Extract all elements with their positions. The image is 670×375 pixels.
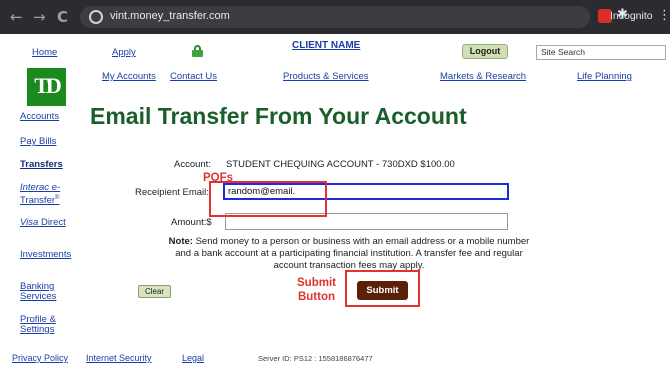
site-info-icon[interactable]	[89, 10, 103, 24]
visa-label: Visa	[20, 217, 39, 228]
banking-label-2: Services	[20, 291, 57, 302]
submit-highlight-box	[345, 270, 420, 307]
server-id: Server ID: PS12 : 1558186876477	[258, 354, 373, 363]
sidebar-item-banking-services[interactable]: Banking Services	[20, 282, 56, 302]
account-label: Account:	[174, 159, 211, 170]
nav-products-services[interactable]: Products & Services	[283, 71, 369, 82]
nav-life-planning[interactable]: Life Planning	[577, 71, 632, 82]
direct-label: Direct	[38, 217, 66, 228]
clear-button[interactable]: Clear	[138, 285, 171, 298]
sidebar-item-visa-direct[interactable]: Visa Direct	[20, 218, 66, 228]
submit-annotation-2: Button	[297, 291, 336, 303]
logo-text: TD	[34, 73, 62, 98]
forward-button[interactable]: →	[33, 9, 46, 25]
home-link[interactable]: Home	[32, 47, 57, 58]
back-button[interactable]: ←	[10, 9, 23, 25]
nav-markets-research[interactable]: Markets & Research	[440, 71, 526, 82]
td-logo[interactable]: TD	[27, 68, 66, 106]
logout-button[interactable]: Logout	[462, 44, 508, 59]
page-title: Email Transfer From Your Account	[90, 103, 467, 129]
internet-security-link[interactable]: Internet Security	[86, 353, 152, 363]
address-bar[interactable]: vint.money_transfer.com	[80, 6, 590, 28]
note-text: Send money to a person or business with …	[175, 236, 530, 271]
privacy-policy-link[interactable]: Privacy Policy	[12, 353, 68, 363]
account-value: STUDENT CHEQUING ACCOUNT - 730DXD $100.0…	[226, 159, 455, 170]
lock-icon	[192, 45, 203, 57]
nav-contact-us[interactable]: Contact Us	[170, 71, 217, 82]
browser-menu-button[interactable]: ⋮	[658, 9, 670, 22]
sidebar-item-transfers[interactable]: Transfers	[20, 160, 63, 170]
apply-link[interactable]: Apply	[112, 47, 136, 58]
note-bold: Note:	[168, 236, 193, 247]
interac-label-1: Interac e-	[20, 182, 61, 193]
interac-label-2: Transfer	[20, 195, 56, 207]
legal-link[interactable]: Legal	[182, 353, 204, 363]
client-name-link[interactable]: CLIENT NAME	[292, 40, 360, 51]
email-label: Receipient Email:	[135, 187, 209, 198]
browser-toolbar: ← → C vint.money_transfer.com ✱ Incognit…	[0, 0, 670, 34]
nav-my-accounts[interactable]: My Accounts	[102, 71, 156, 82]
registered-mark: ®	[55, 195, 60, 201]
amount-label: Amount:$	[171, 217, 212, 228]
profile-label-2: Settings	[20, 324, 55, 335]
reload-button[interactable]: C	[57, 9, 68, 25]
sidebar-item-pay-bills[interactable]: Pay Bills	[20, 137, 56, 147]
sidebar-item-investments[interactable]: Investments	[20, 250, 71, 260]
sidebar-item-profile-settings[interactable]: Profile & Settings	[20, 315, 56, 335]
submit-annotation: Submit Button	[297, 276, 336, 304]
sidebar-item-accounts[interactable]: Accounts	[20, 112, 59, 122]
submit-annotation-1: Submit	[297, 277, 336, 289]
incognito-label: Incognito	[610, 10, 653, 22]
sidebar-item-interac[interactable]: Interac e- Transfer®	[20, 183, 60, 206]
site-search-input[interactable]: Site Search	[536, 45, 666, 60]
url-text: vint.money_transfer.com	[110, 10, 230, 22]
transfer-note: Note: Send money to a person or business…	[164, 236, 534, 272]
pofs-highlight-box	[209, 181, 327, 217]
